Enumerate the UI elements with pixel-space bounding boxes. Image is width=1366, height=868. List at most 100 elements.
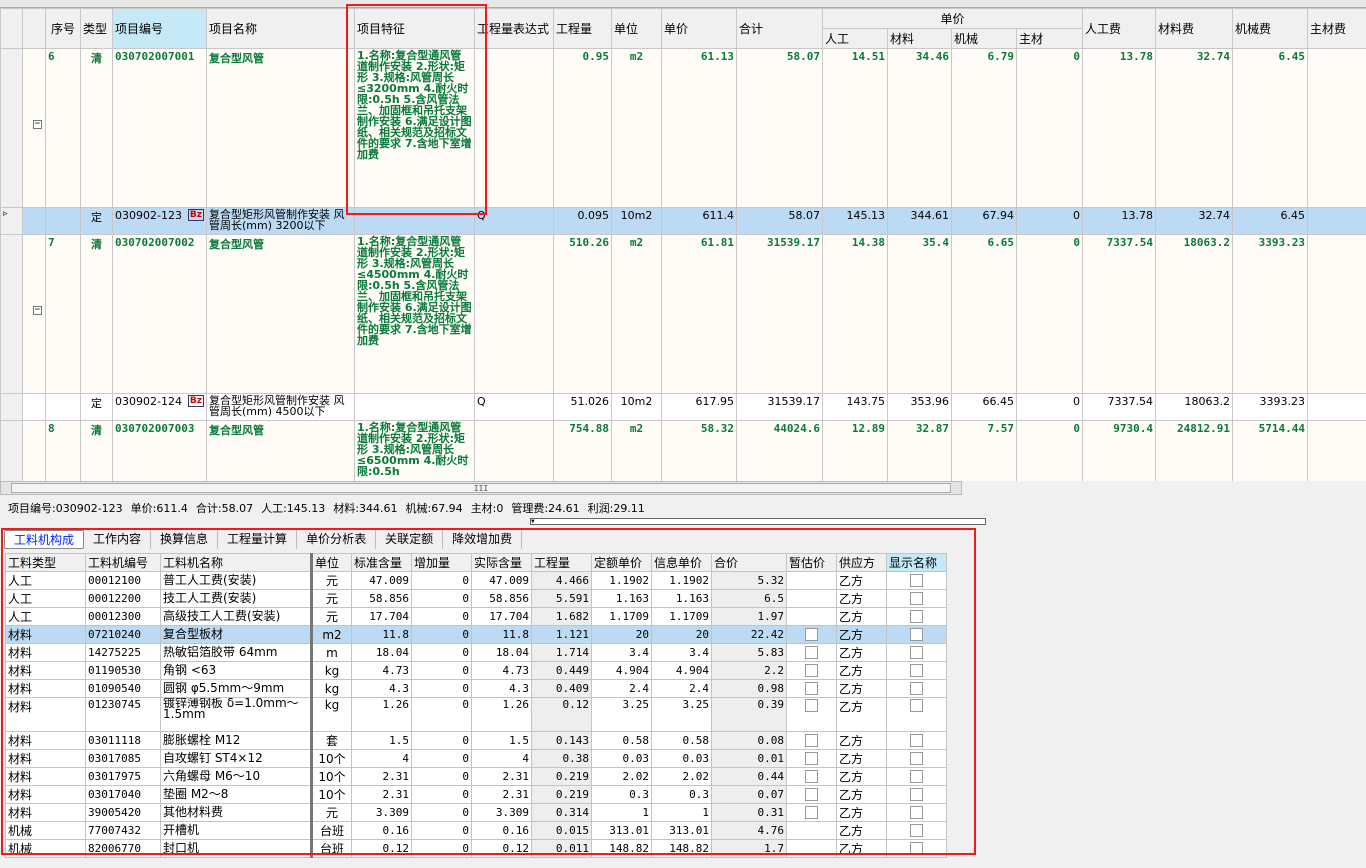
cell-machine[interactable]: 7.57 [951, 420, 1017, 481]
resource-cell-9[interactable]: 313.01 [651, 821, 712, 840]
tab-6[interactable]: 降效增加费 [443, 530, 523, 549]
cell-material-fee[interactable]: 24812.91 [1155, 420, 1234, 481]
resource-cell-9[interactable]: 0.03 [651, 749, 712, 768]
cell-qty[interactable]: 0.95 [553, 48, 612, 208]
resource-cell-1[interactable]: 03011118 [85, 731, 161, 750]
cell-material[interactable]: 353.96 [887, 393, 952, 421]
resource-cell-8[interactable]: 3.25 [591, 697, 652, 732]
show-name-checkbox[interactable] [910, 646, 923, 660]
resource-cell-4[interactable]: 4.3 [351, 679, 412, 698]
cell-unit[interactable]: 10m2 [611, 207, 662, 235]
show-name-checkbox[interactable] [910, 698, 923, 712]
tab-5[interactable]: 关联定额 [376, 530, 444, 549]
resource-cell-13[interactable] [886, 839, 947, 858]
cell-total[interactable]: 31539.17 [736, 393, 823, 421]
lower-header-7[interactable]: 工程量 [531, 553, 592, 572]
show-name-checkbox[interactable] [910, 842, 923, 856]
resource-cell-11[interactable] [786, 785, 837, 804]
cell-type[interactable]: 清 [80, 420, 113, 481]
resource-cell-4[interactable]: 47.009 [351, 571, 412, 590]
resource-cell-11[interactable] [786, 625, 837, 644]
bill-item-row[interactable]: − 6 清 030702007001 复合型风管 1.名称:复合型通风管道制作安装 2.形… [0, 48, 1366, 208]
cell-name[interactable]: 复合型风管 [206, 48, 355, 208]
tab-3[interactable]: 工程量计算 [218, 530, 298, 549]
cell-material[interactable]: 35.4 [887, 234, 952, 394]
resource-cell-13[interactable] [886, 643, 947, 662]
resource-cell-7[interactable]: 1.121 [531, 625, 592, 644]
resource-cell-13[interactable] [886, 661, 947, 680]
resource-cell-1[interactable]: 03017040 [85, 785, 161, 804]
resource-cell-10[interactable]: 2.2 [711, 661, 787, 680]
lower-header-13[interactable]: 显示名称 [886, 553, 947, 572]
cell-feature[interactable]: 1.名称:复合型通风管道制作安装 2.形状:矩形 3.规格:风管周长≤3200m… [354, 48, 475, 208]
resource-cell-6[interactable]: 58.856 [471, 589, 532, 608]
header-expr[interactable]: 工程量表达式 [474, 8, 554, 49]
resource-cell-0[interactable]: 材料 [5, 749, 86, 768]
resource-cell-3[interactable]: m [311, 643, 352, 662]
resource-cell-7[interactable]: 0.011 [531, 839, 592, 858]
resource-cell-9[interactable]: 0.3 [651, 785, 712, 804]
lower-header-12[interactable]: 供应方 [836, 553, 887, 572]
resource-cell-3[interactable]: m2 [311, 625, 352, 644]
cell-expr[interactable] [474, 48, 554, 208]
provisional-price-checkbox[interactable] [805, 682, 818, 696]
resource-cell-3[interactable]: kg [311, 661, 352, 680]
panel-splitter[interactable]: ▼ [530, 518, 986, 525]
resource-cell-7[interactable]: 0.38 [531, 749, 592, 768]
resource-cell-12[interactable]: 乙方 [836, 697, 887, 732]
cell-main-mat-fee[interactable] [1307, 420, 1366, 481]
lower-header-1[interactable]: 工料机编号 [85, 553, 161, 572]
resource-cell-7[interactable]: 0.409 [531, 679, 592, 698]
resource-cell-12[interactable]: 乙方 [836, 767, 887, 786]
cell-machine-fee[interactable]: 5714.44 [1232, 420, 1309, 481]
resource-cell-4[interactable]: 3.309 [351, 803, 412, 822]
resource-cell-8[interactable]: 1.1902 [591, 571, 652, 590]
resource-cell-0[interactable]: 人工 [5, 589, 86, 608]
cell-material[interactable]: 34.46 [887, 48, 952, 208]
cell-total[interactable]: 58.07 [736, 48, 823, 208]
cell-machine-fee[interactable]: 6.45 [1232, 207, 1309, 235]
cell-feature[interactable]: 1.名称:复合型通风管道制作安装 2.形状:矩形 3.规格:风管周长≤4500m… [354, 234, 475, 394]
header-machine-fee[interactable]: 机械费 [1232, 8, 1309, 49]
resource-cell-5[interactable]: 0 [411, 661, 472, 680]
cell-material-fee[interactable]: 18063.2 [1155, 393, 1234, 421]
cell-unit-price[interactable]: 61.81 [661, 234, 737, 394]
resource-cell-13[interactable] [886, 589, 947, 608]
resource-cell-3[interactable]: 10个 [311, 749, 352, 768]
resource-cell-9[interactable]: 1.1709 [651, 607, 712, 626]
resource-cell-0[interactable]: 材料 [5, 731, 86, 750]
cell-machine-fee[interactable]: 6.45 [1232, 48, 1309, 208]
resource-cell-11[interactable] [786, 661, 837, 680]
resource-cell-5[interactable]: 0 [411, 821, 472, 840]
resource-cell-4[interactable]: 58.856 [351, 589, 412, 608]
row-header[interactable] [0, 393, 23, 421]
show-name-checkbox[interactable] [910, 610, 923, 624]
scrollbar-thumb[interactable]: III [11, 483, 951, 493]
cell-labor[interactable]: 145.13 [822, 207, 888, 235]
resource-cell-6[interactable]: 0.16 [471, 821, 532, 840]
resource-row[interactable]: 材料 01190530 角钢 <63 kg 4.73 0 4.73 0.449 4.904 4.9… [5, 661, 947, 680]
resource-cell-2[interactable]: 垫圈 M2～8 [160, 785, 313, 804]
resource-cell-7[interactable]: 0.449 [531, 661, 592, 680]
resource-cell-4[interactable]: 0.16 [351, 821, 412, 840]
resource-cell-5[interactable]: 0 [411, 571, 472, 590]
header-material-fee[interactable]: 材料费 [1155, 8, 1234, 49]
resource-cell-4[interactable]: 0.12 [351, 839, 412, 858]
resource-cell-1[interactable]: 03017085 [85, 749, 161, 768]
resource-cell-5[interactable]: 0 [411, 803, 472, 822]
resource-cell-6[interactable]: 47.009 [471, 571, 532, 590]
resource-cell-5[interactable]: 0 [411, 697, 472, 732]
cell-main-mat[interactable]: 0 [1015, 393, 1084, 421]
show-name-checkbox[interactable] [910, 752, 923, 766]
resource-row[interactable]: 机械 77007432 开槽机 台班 0.16 0 0.16 0.015 313.01 313.0… [5, 821, 947, 840]
resource-cell-7[interactable]: 0.015 [531, 821, 592, 840]
resource-cell-0[interactable]: 人工 [5, 571, 86, 590]
resource-cell-5[interactable]: 0 [411, 839, 472, 858]
resource-cell-4[interactable]: 4.73 [351, 661, 412, 680]
resource-row[interactable]: 材料 03017040 垫圈 M2～8 10个 2.31 0 2.31 0.219 0.3 0.3… [5, 785, 947, 804]
resource-cell-1[interactable]: 01090540 [85, 679, 161, 698]
resource-cell-3[interactable]: kg [311, 679, 352, 698]
resource-cell-10[interactable]: 5.83 [711, 643, 787, 662]
resource-cell-0[interactable]: 材料 [5, 643, 86, 662]
resource-cell-3[interactable]: 台班 [311, 839, 352, 858]
